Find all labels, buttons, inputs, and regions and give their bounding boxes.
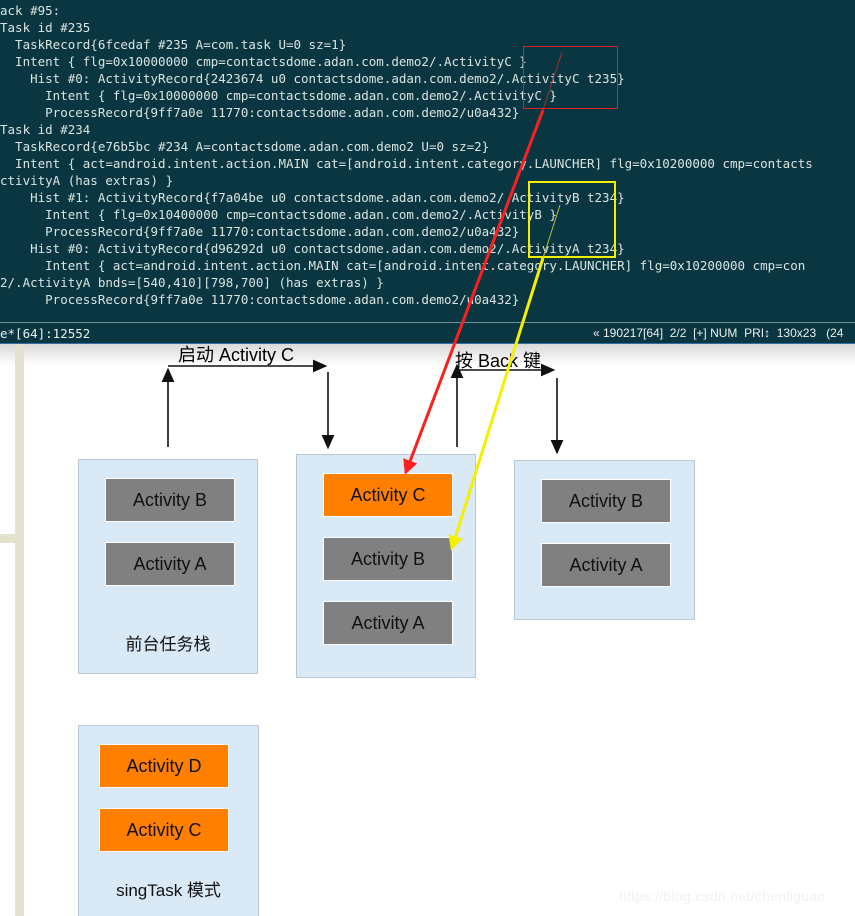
screenshot-root: ack #95: Task id #235 TaskRecord{6fcedaf… xyxy=(0,0,855,916)
activity-label: Activity A xyxy=(569,554,643,575)
stack-foreground-task: Activity B Activity A 前台任务栈 xyxy=(78,459,258,674)
terminal-line: Task id #234 xyxy=(0,122,91,137)
left-beige-strip xyxy=(15,344,24,916)
terminal-line: Intent { flg=0x10000000 cmp=contactsdome… xyxy=(0,54,527,69)
status-right-text: « 190217[64] 2/2 [+] NUM PRI↕ 130x23 (24 xyxy=(593,326,844,340)
csdn-watermark: https://blog.csdn.net/chenliguan xyxy=(619,888,826,904)
activity-box-d[interactable]: Activity D xyxy=(99,744,229,788)
activity-box-c[interactable]: Activity C xyxy=(99,808,229,852)
activity-label: Activity C xyxy=(350,484,426,505)
activity-label: Activity A xyxy=(351,612,425,633)
activity-label: Activity B xyxy=(350,548,425,569)
terminal-line: ProcessRecord{9ff7a0e 11770:contactsdome… xyxy=(0,292,520,307)
activity-box-a[interactable]: Activity A xyxy=(541,543,671,587)
activity-label: Activity B xyxy=(132,489,207,510)
terminal-line: TaskRecord{6fcedaf #235 A=com.task U=0 s… xyxy=(0,37,347,52)
left-beige-tab xyxy=(0,534,17,543)
activity-box-a[interactable]: Activity A xyxy=(323,601,453,645)
activity-box-a[interactable]: Activity A xyxy=(105,542,235,586)
terminal-line: Intent { act=android.intent.action.MAIN … xyxy=(0,258,806,273)
terminal-line: ProcessRecord{9ff7a0e 11770:contactsdome… xyxy=(0,224,520,239)
activity-label: Activity C xyxy=(126,819,202,840)
yellow-highlight-box xyxy=(528,181,616,258)
activity-box-b[interactable]: Activity B xyxy=(541,479,671,523)
activity-label: Activity A xyxy=(133,553,207,574)
terminal-line: Task id #235 xyxy=(0,20,91,35)
label-start-activity-c: 启动 Activity C xyxy=(178,345,295,365)
activity-box-c[interactable]: Activity C xyxy=(323,473,453,517)
red-highlight-box xyxy=(523,46,618,109)
terminal-line: ctivityA (has extras) } xyxy=(0,173,174,188)
terminal-status-bar: e*[64]:12552 « 190217[64] 2/2 [+] NUM PR… xyxy=(0,322,855,344)
terminal-output[interactable]: ack #95: Task id #235 TaskRecord{6fcedaf… xyxy=(0,0,855,322)
terminal-line: ack #95: xyxy=(0,3,61,18)
terminal-line: 2/.ActivityA bnds=[540,410][798,700] (ha… xyxy=(0,275,384,290)
terminal-line: Intent { flg=0x10000000 cmp=contactsdome… xyxy=(0,88,557,103)
stack-singtask-mode: Activity D Activity C singTask 模式 xyxy=(78,725,259,916)
stack-after-start-activity-c: Activity C Activity B Activity A xyxy=(296,454,476,678)
terminal-line: Intent { flg=0x10400000 cmp=contactsdome… xyxy=(0,207,557,222)
stack-after-back-key: Activity B Activity A xyxy=(514,460,695,620)
stack-caption: singTask 模式 xyxy=(116,881,221,900)
activity-box-b[interactable]: Activity B xyxy=(323,537,453,581)
terminal-line: Intent { act=android.intent.action.MAIN … xyxy=(0,156,813,171)
label-press-back-key: 按 Back 键 xyxy=(455,351,542,371)
activity-label: Activity D xyxy=(126,755,202,776)
terminal-line: ProcessRecord{9ff7a0e 11770:contactsdome… xyxy=(0,105,520,120)
diagram-canvas: 启动 Activity C 按 Back 键 Activity B Activi… xyxy=(0,344,855,916)
status-left-text: e*[64]:12552 xyxy=(0,326,91,341)
activity-box-b[interactable]: Activity B xyxy=(105,478,235,522)
activity-label: Activity B xyxy=(568,490,643,511)
stack-caption: 前台任务栈 xyxy=(125,635,211,654)
terminal-line: TaskRecord{e76b5bc #234 A=contactsdome.a… xyxy=(0,139,490,154)
